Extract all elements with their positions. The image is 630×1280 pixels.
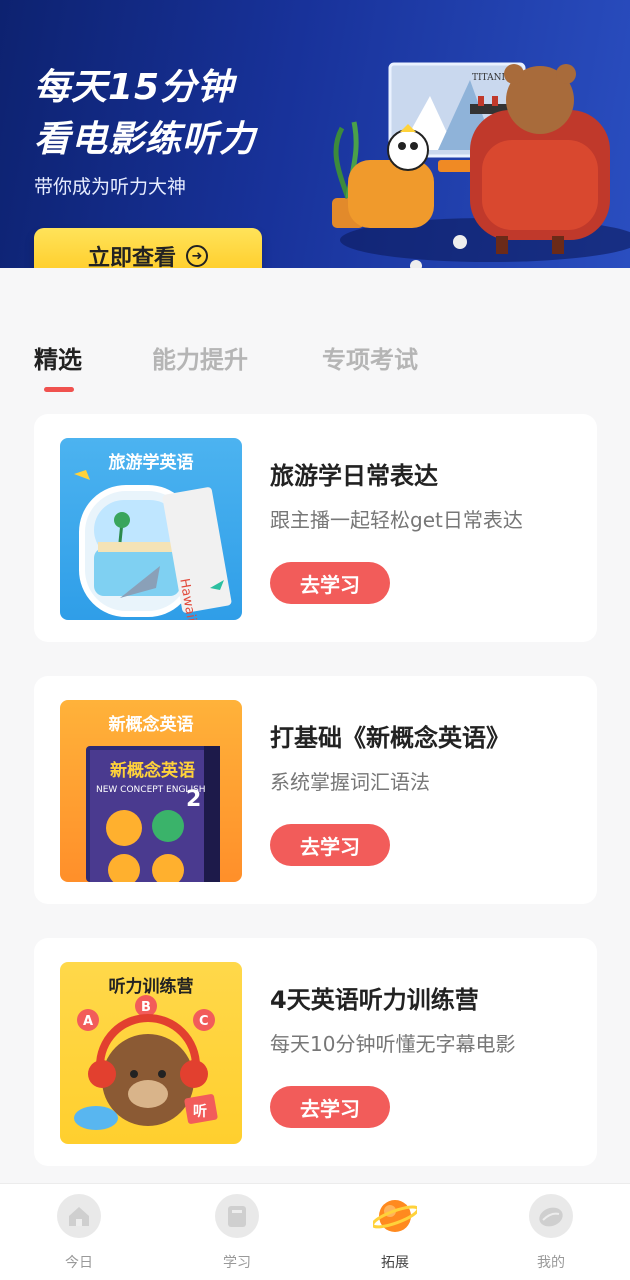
nav-item-study[interactable]: 学习 xyxy=(197,1194,277,1272)
listen-sign: 听 xyxy=(193,1103,207,1120)
course-card-travel[interactable]: 旅游学英语 Hawaii 旅游学日常表达 跟主播一起轻松get日常表达 去学习 xyxy=(34,414,597,642)
letter-b: B xyxy=(141,1000,151,1015)
go-study-button[interactable]: 去学习 xyxy=(270,1086,390,1128)
nav-item-expand[interactable]: 拓展 xyxy=(355,1194,435,1272)
bottom-navigation: 今日 学习 拓展 我的 xyxy=(0,1183,630,1280)
planet-icon xyxy=(373,1194,417,1238)
view-now-button[interactable]: 立即查看 ➜ xyxy=(34,228,262,268)
category-tabs: 精选 能力提升 专项考试 xyxy=(34,340,594,400)
course-card-new-concept[interactable]: 新概念英语 新概念英语 NEW CONCEPT ENGLISH 2 打基础《新概… xyxy=(34,676,597,904)
course-thumbnail-travel: 旅游学英语 Hawaii xyxy=(60,438,242,620)
home-icon xyxy=(57,1194,101,1238)
banner-title-line1: 每天15分钟 xyxy=(34,67,235,108)
course-description: 每天10分钟听懂无字幕电影 xyxy=(270,1032,516,1056)
textbook-icon: 新概念英语 NEW CONCEPT ENGLISH 2 xyxy=(86,746,220,882)
course-thumbnail-new-concept: 新概念英语 新概念英语 NEW CONCEPT ENGLISH 2 xyxy=(60,700,242,882)
nav-label-expand: 拓展 xyxy=(381,1255,409,1271)
nav-label-study: 学习 xyxy=(223,1255,251,1271)
nav-label-today: 今日 xyxy=(65,1255,93,1271)
course-title: 打基础《新概念英语》 xyxy=(270,724,510,752)
promo-banner[interactable]: 每天15分钟 看电影练听力 带你成为听力大神 TITANIC 立即查看 ➜ xyxy=(0,0,630,268)
go-study-button[interactable]: 去学习 xyxy=(270,562,390,604)
nav-item-mine[interactable]: 我的 xyxy=(511,1194,591,1272)
view-now-label: 立即查看 xyxy=(87,246,176,268)
tab-special-exam[interactable]: 专项考试 xyxy=(322,340,418,375)
profile-icon xyxy=(529,1194,573,1238)
nav-label-mine: 我的 xyxy=(537,1255,565,1271)
book-icon xyxy=(215,1194,259,1238)
letter-a: A xyxy=(83,1014,93,1029)
course-card-listening-camp[interactable]: 听力训练营 A B C 听 4天英语听力训练营 每天10分钟听懂无字幕电影 去学… xyxy=(34,938,597,1166)
banner-title: 每天15分钟 看电影练听力 xyxy=(34,62,256,166)
nav-item-today[interactable]: 今日 xyxy=(39,1194,119,1272)
tab-skill-improvement[interactable]: 能力提升 xyxy=(152,340,248,375)
course-description: 跟主播一起轻松get日常表达 xyxy=(270,508,523,532)
course-thumbnail-listening-camp: 听力训练营 A B C 听 xyxy=(60,962,242,1144)
go-study-button[interactable]: 去学习 xyxy=(270,824,390,866)
active-tab-indicator xyxy=(44,387,74,392)
course-title: 旅游学日常表达 xyxy=(270,462,438,490)
banner-subtitle: 带你成为听力大神 xyxy=(34,176,187,198)
tab-featured[interactable]: 精选 xyxy=(34,340,82,375)
course-title: 4天英语听力训练营 xyxy=(270,986,479,1014)
movie-illustration: TITANIC xyxy=(332,62,630,268)
letter-c: C xyxy=(199,1014,209,1029)
book-title: 新概念英语 xyxy=(110,760,195,781)
book-number: 2 xyxy=(186,787,201,812)
banner-title-line2: 看电影练听力 xyxy=(34,119,257,160)
arrow-right-icon: ➜ xyxy=(186,245,208,267)
airplane-window-icon: Hawaii xyxy=(74,470,232,620)
course-description: 系统掌握词汇语法 xyxy=(270,770,430,794)
bear-headphones-icon: A B C 听 xyxy=(74,995,218,1130)
